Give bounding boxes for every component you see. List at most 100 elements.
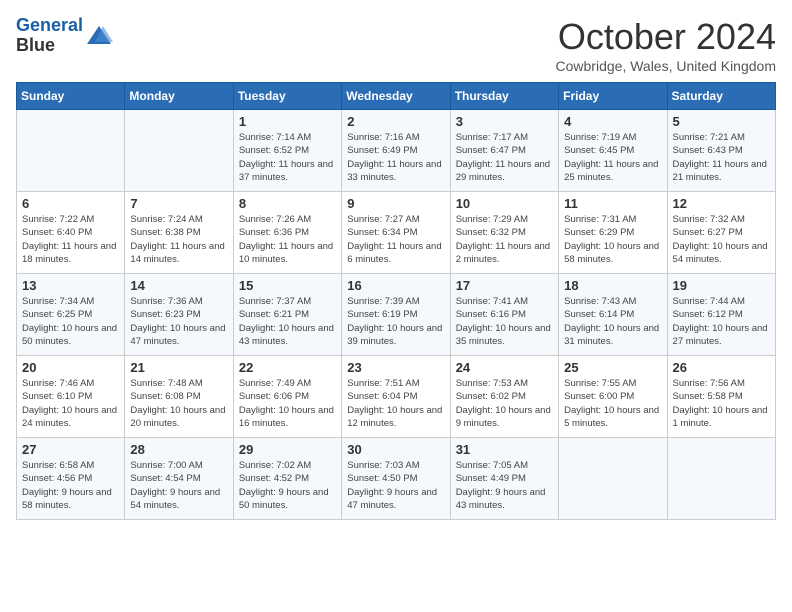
day-cell: 24 Sunrise: 7:53 AM Sunset: 6:02 PM Dayli… [450, 356, 558, 438]
day-info: Sunrise: 7:16 AM Sunset: 6:49 PM Dayligh… [347, 131, 444, 184]
day-info: Sunrise: 7:37 AM Sunset: 6:21 PM Dayligh… [239, 295, 336, 348]
header-cell-monday: Monday [125, 83, 233, 110]
day-number: 24 [456, 360, 553, 375]
day-cell: 13 Sunrise: 7:34 AM Sunset: 6:25 PM Dayli… [17, 274, 125, 356]
day-number: 4 [564, 114, 661, 129]
day-info: Sunrise: 7:29 AM Sunset: 6:32 PM Dayligh… [456, 213, 553, 266]
day-number: 16 [347, 278, 444, 293]
day-number: 5 [673, 114, 770, 129]
day-number: 12 [673, 196, 770, 211]
day-number: 14 [130, 278, 227, 293]
day-cell: 20 Sunrise: 7:46 AM Sunset: 6:10 PM Dayli… [17, 356, 125, 438]
logo-icon [85, 22, 113, 50]
header-cell-tuesday: Tuesday [233, 83, 341, 110]
day-number: 6 [22, 196, 119, 211]
day-info: Sunrise: 7:00 AM Sunset: 4:54 PM Dayligh… [130, 459, 227, 512]
day-info: Sunrise: 7:34 AM Sunset: 6:25 PM Dayligh… [22, 295, 119, 348]
day-cell: 31 Sunrise: 7:05 AM Sunset: 4:49 PM Dayli… [450, 438, 558, 520]
day-info: Sunrise: 7:26 AM Sunset: 6:36 PM Dayligh… [239, 213, 336, 266]
day-number: 8 [239, 196, 336, 211]
day-number: 31 [456, 442, 553, 457]
header-cell-wednesday: Wednesday [342, 83, 450, 110]
day-cell: 1Sunrise: 7:14 AM Sunset: 6:52 PM Daylig… [233, 110, 341, 192]
day-info: Sunrise: 7:39 AM Sunset: 6:19 PM Dayligh… [347, 295, 444, 348]
day-number: 13 [22, 278, 119, 293]
day-number: 18 [564, 278, 661, 293]
header-cell-sunday: Sunday [17, 83, 125, 110]
day-cell: 23 Sunrise: 7:51 AM Sunset: 6:04 PM Dayli… [342, 356, 450, 438]
day-cell: 22Sunrise: 7:49 AM Sunset: 6:06 PM Dayli… [233, 356, 341, 438]
day-info: Sunrise: 7:56 AM Sunset: 5:58 PM Dayligh… [673, 377, 770, 430]
logo: GeneralBlue [16, 16, 113, 56]
day-info: Sunrise: 7:05 AM Sunset: 4:49 PM Dayligh… [456, 459, 553, 512]
day-cell: 30Sunrise: 7:03 AM Sunset: 4:50 PM Dayli… [342, 438, 450, 520]
month-title: October 2024 [556, 16, 776, 58]
day-info: Sunrise: 7:24 AM Sunset: 6:38 PM Dayligh… [130, 213, 227, 266]
day-info: Sunrise: 7:21 AM Sunset: 6:43 PM Dayligh… [673, 131, 770, 184]
day-info: Sunrise: 7:19 AM Sunset: 6:45 PM Dayligh… [564, 131, 661, 184]
calendar-body: 1Sunrise: 7:14 AM Sunset: 6:52 PM Daylig… [17, 110, 776, 520]
header-cell-saturday: Saturday [667, 83, 775, 110]
day-info: Sunrise: 7:27 AM Sunset: 6:34 PM Dayligh… [347, 213, 444, 266]
day-cell: 12 Sunrise: 7:32 AM Sunset: 6:27 PM Dayli… [667, 192, 775, 274]
day-number: 7 [130, 196, 227, 211]
header-cell-thursday: Thursday [450, 83, 558, 110]
day-cell [667, 438, 775, 520]
day-number: 17 [456, 278, 553, 293]
day-cell: 7 Sunrise: 7:24 AM Sunset: 6:38 PM Daylig… [125, 192, 233, 274]
day-number: 15 [239, 278, 336, 293]
day-cell: 27 Sunrise: 6:58 AM Sunset: 4:56 PM Dayli… [17, 438, 125, 520]
day-number: 2 [347, 114, 444, 129]
day-cell: 4 Sunrise: 7:19 AM Sunset: 6:45 PM Daylig… [559, 110, 667, 192]
page-header: GeneralBlue October 2024 Cowbridge, Wale… [16, 16, 776, 74]
day-number: 10 [456, 196, 553, 211]
calendar-table: SundayMondayTuesdayWednesdayThursdayFrid… [16, 82, 776, 520]
day-cell: 16 Sunrise: 7:39 AM Sunset: 6:19 PM Dayli… [342, 274, 450, 356]
day-info: Sunrise: 7:17 AM Sunset: 6:47 PM Dayligh… [456, 131, 553, 184]
day-number: 21 [130, 360, 227, 375]
day-cell: 9Sunrise: 7:27 AM Sunset: 6:34 PM Daylig… [342, 192, 450, 274]
day-cell: 19Sunrise: 7:44 AM Sunset: 6:12 PM Dayli… [667, 274, 775, 356]
day-cell: 28 Sunrise: 7:00 AM Sunset: 4:54 PM Dayli… [125, 438, 233, 520]
day-cell: 10 Sunrise: 7:29 AM Sunset: 6:32 PM Dayli… [450, 192, 558, 274]
day-info: Sunrise: 7:46 AM Sunset: 6:10 PM Dayligh… [22, 377, 119, 430]
day-number: 29 [239, 442, 336, 457]
day-info: Sunrise: 7:53 AM Sunset: 6:02 PM Dayligh… [456, 377, 553, 430]
day-info: Sunrise: 7:51 AM Sunset: 6:04 PM Dayligh… [347, 377, 444, 430]
day-info: Sunrise: 7:43 AM Sunset: 6:14 PM Dayligh… [564, 295, 661, 348]
day-number: 11 [564, 196, 661, 211]
day-info: Sunrise: 6:58 AM Sunset: 4:56 PM Dayligh… [22, 459, 119, 512]
day-number: 28 [130, 442, 227, 457]
week-row-2: 6 Sunrise: 7:22 AM Sunset: 6:40 PM Daylig… [17, 192, 776, 274]
day-info: Sunrise: 7:22 AM Sunset: 6:40 PM Dayligh… [22, 213, 119, 266]
day-number: 23 [347, 360, 444, 375]
day-cell: 25Sunrise: 7:55 AM Sunset: 6:00 PM Dayli… [559, 356, 667, 438]
week-row-5: 27 Sunrise: 6:58 AM Sunset: 4:56 PM Dayli… [17, 438, 776, 520]
day-cell: 21 Sunrise: 7:48 AM Sunset: 6:08 PM Dayli… [125, 356, 233, 438]
day-number: 27 [22, 442, 119, 457]
day-cell: 6 Sunrise: 7:22 AM Sunset: 6:40 PM Daylig… [17, 192, 125, 274]
day-cell: 15 Sunrise: 7:37 AM Sunset: 6:21 PM Dayli… [233, 274, 341, 356]
week-row-3: 13 Sunrise: 7:34 AM Sunset: 6:25 PM Dayli… [17, 274, 776, 356]
day-info: Sunrise: 7:44 AM Sunset: 6:12 PM Dayligh… [673, 295, 770, 348]
day-info: Sunrise: 7:02 AM Sunset: 4:52 PM Dayligh… [239, 459, 336, 512]
logo-text: GeneralBlue [16, 16, 83, 56]
day-number: 3 [456, 114, 553, 129]
day-cell: 14Sunrise: 7:36 AM Sunset: 6:23 PM Dayli… [125, 274, 233, 356]
day-cell: 5 Sunrise: 7:21 AM Sunset: 6:43 PM Daylig… [667, 110, 775, 192]
header-cell-friday: Friday [559, 83, 667, 110]
day-number: 26 [673, 360, 770, 375]
day-info: Sunrise: 7:49 AM Sunset: 6:06 PM Dayligh… [239, 377, 336, 430]
day-info: Sunrise: 7:48 AM Sunset: 6:08 PM Dayligh… [130, 377, 227, 430]
day-cell: 3 Sunrise: 7:17 AM Sunset: 6:47 PM Daylig… [450, 110, 558, 192]
day-info: Sunrise: 7:32 AM Sunset: 6:27 PM Dayligh… [673, 213, 770, 266]
day-cell: 8 Sunrise: 7:26 AM Sunset: 6:36 PM Daylig… [233, 192, 341, 274]
day-number: 30 [347, 442, 444, 457]
day-info: Sunrise: 7:55 AM Sunset: 6:00 PM Dayligh… [564, 377, 661, 430]
day-info: Sunrise: 7:14 AM Sunset: 6:52 PM Dayligh… [239, 131, 336, 184]
day-cell: 11Sunrise: 7:31 AM Sunset: 6:29 PM Dayli… [559, 192, 667, 274]
week-row-4: 20 Sunrise: 7:46 AM Sunset: 6:10 PM Dayli… [17, 356, 776, 438]
day-cell [125, 110, 233, 192]
day-cell [17, 110, 125, 192]
day-number: 20 [22, 360, 119, 375]
